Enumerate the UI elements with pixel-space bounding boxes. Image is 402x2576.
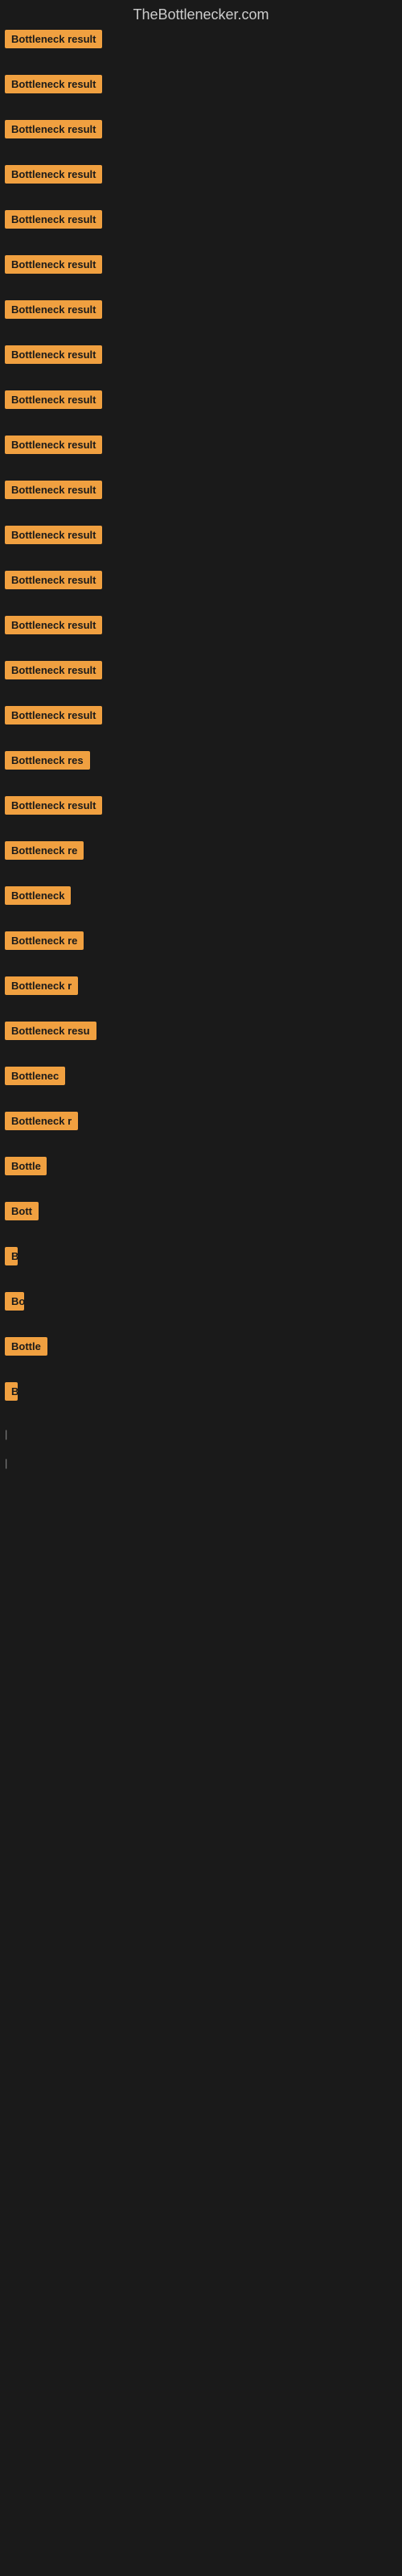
list-item: Bottleneck result [0, 481, 402, 503]
bottleneck-badge: Bottleneck result [5, 165, 102, 184]
list-item: Bottleneck result [0, 165, 402, 188]
bottleneck-badge: Bottleneck result [5, 75, 102, 93]
list-item: Bottleneck result [0, 120, 402, 142]
bottleneck-badge: Bo [5, 1292, 24, 1311]
bottleneck-badge: Bottleneck result [5, 436, 102, 454]
bottleneck-badge: Bott [5, 1202, 39, 1220]
bottleneck-badge: Bottleneck result [5, 796, 102, 815]
list-item: Bottleneck result [0, 255, 402, 278]
bottleneck-badge: Bottleneck r [5, 1112, 78, 1130]
list-item: Bottleneck result [0, 436, 402, 458]
list-item: | [0, 1427, 402, 1442]
list-item: Bottleneck result [0, 300, 402, 323]
bottleneck-badge: Bottleneck result [5, 481, 102, 499]
bottleneck-badge: Bottleneck r [5, 976, 78, 995]
list-item: Bottleneck result [0, 30, 402, 52]
list-item: B [0, 1247, 402, 1269]
bottleneck-badge: Bottleneck result [5, 390, 102, 409]
bottleneck-badge: Bottle [5, 1157, 47, 1175]
list-item: Bottleneck result [0, 210, 402, 233]
list-item: Bottleneck result [0, 75, 402, 97]
separator: | [5, 1457, 7, 1469]
bottleneck-badge: Bottleneck result [5, 706, 102, 724]
bottleneck-badge: Bottlenec [5, 1067, 65, 1085]
list-item: Bottleneck result [0, 345, 402, 368]
items-container: Bottleneck result Bottleneck result Bottle… [0, 27, 402, 1485]
list-item: Bottleneck result [0, 526, 402, 548]
bottleneck-badge: Bottleneck result [5, 210, 102, 229]
bottleneck-badge: Bottleneck [5, 886, 71, 905]
bottleneck-badge: Bottleneck result [5, 661, 102, 679]
bottleneck-badge: Bottleneck resu [5, 1022, 96, 1040]
list-item: Bottle [0, 1337, 402, 1360]
list-item: Bottleneck result [0, 616, 402, 638]
site-title: TheBottlenecker.com [0, 0, 402, 27]
list-item: Bottleneck resu [0, 1022, 402, 1044]
list-item: Bottleneck [0, 886, 402, 909]
list-item: Bottlenec [0, 1067, 402, 1089]
bottleneck-badge: Bottleneck result [5, 571, 102, 589]
site-header: TheBottlenecker.com [0, 0, 402, 27]
list-item: Bottleneck result [0, 661, 402, 683]
list-item: Bottleneck r [0, 976, 402, 999]
bottleneck-badge: Bottleneck result [5, 345, 102, 364]
bottleneck-badge: Bottleneck result [5, 300, 102, 319]
list-item: Bottle [0, 1157, 402, 1179]
bottleneck-badge: Bottleneck result [5, 616, 102, 634]
list-item: Bottleneck result [0, 706, 402, 729]
bottleneck-badge: B [5, 1382, 18, 1401]
list-item: Bottleneck result [0, 390, 402, 413]
bottleneck-badge: Bottle [5, 1337, 47, 1356]
separator: | [5, 1428, 7, 1440]
bottleneck-badge: Bottleneck re [5, 931, 84, 950]
bottleneck-badge: Bottleneck result [5, 526, 102, 544]
list-item: | [0, 1456, 402, 1471]
list-item: B [0, 1382, 402, 1405]
list-item: Bottleneck r [0, 1112, 402, 1134]
bottleneck-badge: Bottleneck result [5, 30, 102, 48]
bottleneck-badge: B [5, 1247, 18, 1265]
list-item: Bottleneck result [0, 571, 402, 593]
list-item: Bott [0, 1202, 402, 1224]
bottleneck-badge: Bottleneck result [5, 120, 102, 138]
list-item: Bottleneck res [0, 751, 402, 774]
list-item: Bottleneck re [0, 841, 402, 864]
bottleneck-badge: Bottleneck re [5, 841, 84, 860]
bottleneck-badge: Bottleneck result [5, 255, 102, 274]
list-item: Bottleneck result [0, 796, 402, 819]
list-item: Bottleneck re [0, 931, 402, 954]
list-item: Bo [0, 1292, 402, 1315]
bottleneck-badge: Bottleneck res [5, 751, 90, 770]
